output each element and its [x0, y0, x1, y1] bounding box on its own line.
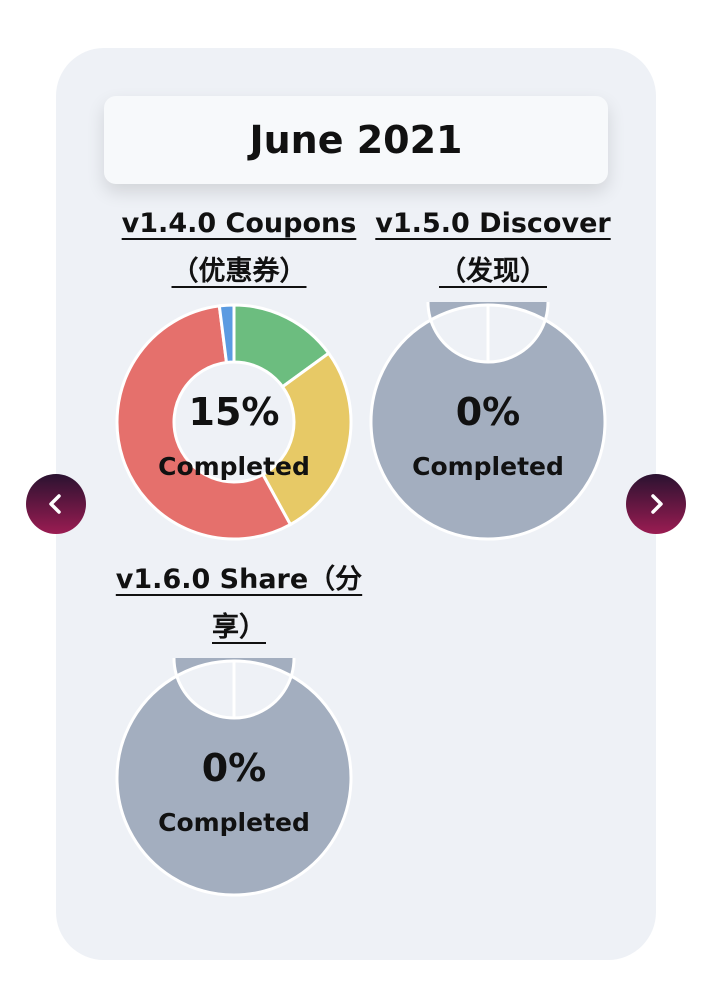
next-month-button[interactable] — [626, 474, 686, 534]
prev-month-button[interactable] — [26, 474, 86, 534]
progress-status: Completed — [412, 452, 564, 481]
progress-percent: 15% — [188, 390, 280, 434]
progress-donut: 0% Completed — [114, 658, 354, 898]
release-title-link[interactable]: v1.6.0 Share（分享） — [112, 556, 366, 652]
release-item-coupons: v1.4.0 Coupons（优惠券） 15% Completed — [112, 200, 366, 542]
release-item-share: v1.6.0 Share（分享） 0% Completed — [112, 556, 366, 898]
month-title: June 2021 — [104, 96, 608, 184]
progress-percent: 0% — [201, 746, 267, 790]
release-title-link[interactable]: v1.5.0 Discover（发现） — [366, 200, 620, 296]
release-card: June 2021 v1.4.0 Coupons（优惠券） 15% Comple… — [56, 48, 656, 960]
release-title-link[interactable]: v1.4.0 Coupons（优惠券） — [112, 200, 366, 296]
progress-status: Completed — [158, 452, 310, 481]
chevron-right-icon — [651, 494, 663, 514]
progress-status: Completed — [158, 808, 310, 837]
progress-percent: 0% — [455, 390, 521, 434]
progress-donut: 15% Completed — [114, 302, 354, 542]
progress-donut: 0% Completed — [368, 302, 608, 542]
release-item-discover: v1.5.0 Discover（发现） 0% Completed — [366, 200, 620, 542]
chevron-left-icon — [49, 494, 61, 514]
